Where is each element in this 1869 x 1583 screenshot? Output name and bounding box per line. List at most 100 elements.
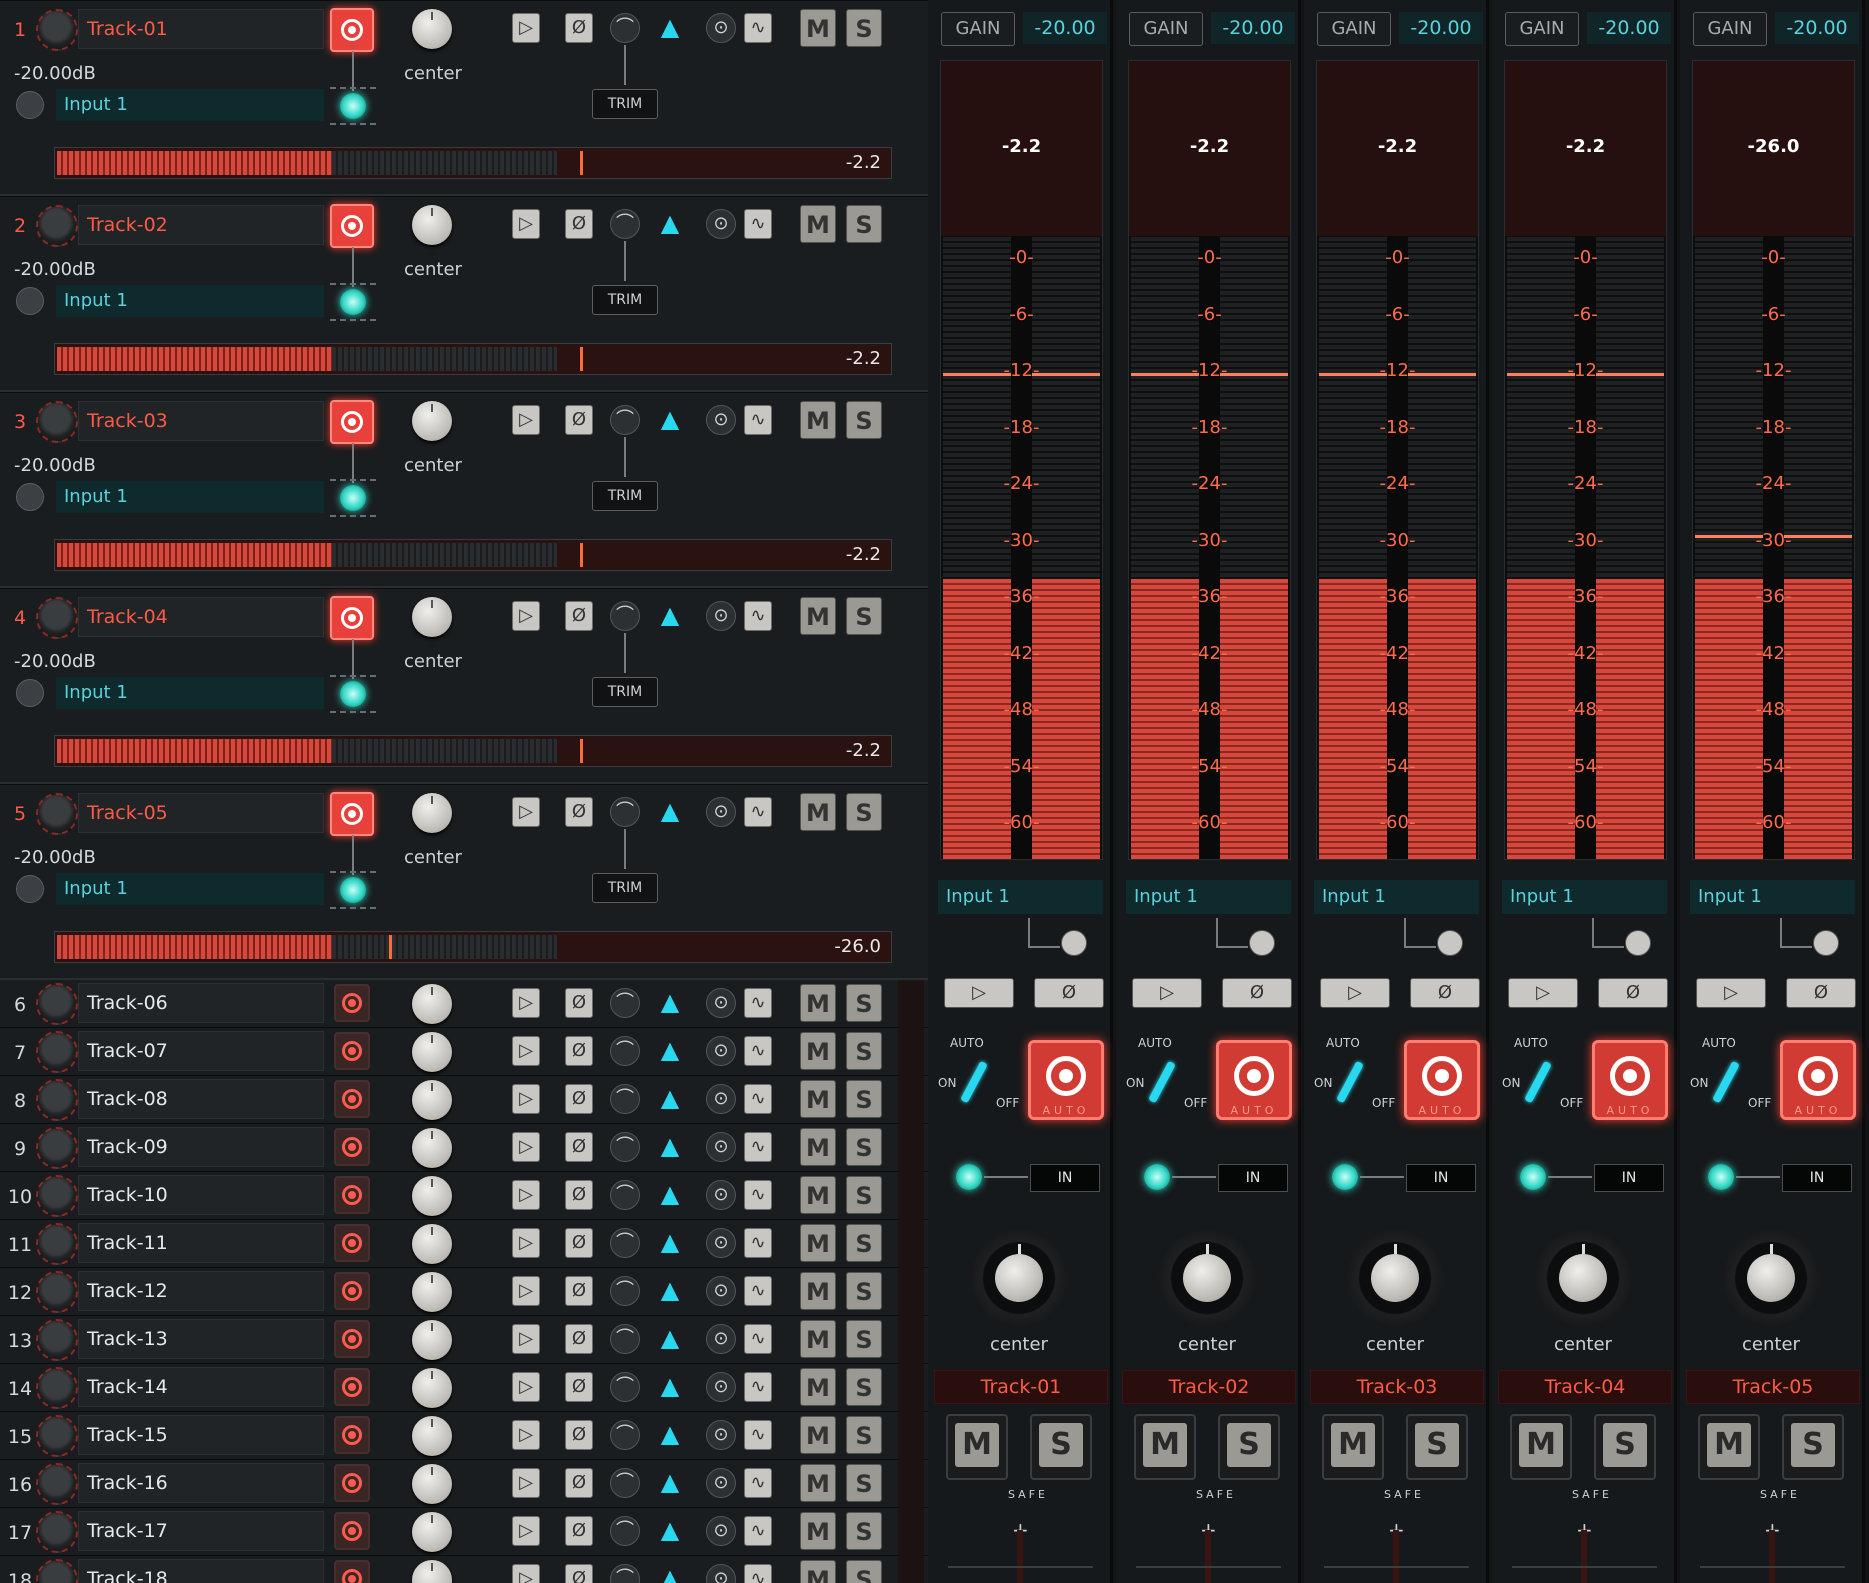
output-icon[interactable]: ▷ — [512, 1180, 540, 1210]
monitor-icon[interactable] — [16, 287, 44, 315]
eq-curve-icon[interactable]: ⌒ — [610, 1180, 640, 1210]
phase-invert-button[interactable]: Ø — [565, 1276, 593, 1306]
trim-knob-icon[interactable]: ▲ — [656, 988, 684, 1018]
record-arm-button[interactable] — [334, 1224, 370, 1262]
mute-button[interactable]: M — [800, 1080, 836, 1118]
strip-name[interactable]: Track-01 — [934, 1370, 1108, 1404]
track-gain-knob[interactable] — [36, 1463, 78, 1505]
pan-knob[interactable] — [412, 1128, 452, 1168]
input-selector[interactable]: Input 1 — [1314, 880, 1479, 914]
phase-invert-button[interactable]: Ø — [565, 405, 593, 435]
gain-value-field[interactable]: -20.00 — [1023, 12, 1107, 44]
record-arm-button[interactable] — [334, 1032, 370, 1070]
mic-icon[interactable]: ⊙ — [706, 1132, 736, 1162]
trim-knob-icon[interactable]: ▲ — [656, 209, 684, 239]
input-monitor-led[interactable] — [330, 87, 376, 125]
automation-toggle[interactable] — [960, 1060, 988, 1104]
input-monitor-button[interactable]: IN — [1782, 1164, 1852, 1192]
solo-button[interactable]: S — [846, 597, 882, 635]
track-gain-knob[interactable] — [36, 1511, 78, 1553]
input-monitor-led[interactable] — [330, 675, 376, 713]
automation-icon[interactable]: ∿ — [744, 1084, 772, 1114]
pan-knob[interactable] — [1723, 1230, 1819, 1326]
track-gain-knob[interactable] — [36, 9, 78, 51]
record-arm-button[interactable] — [334, 1416, 370, 1454]
record-arm-button[interactable] — [334, 1176, 370, 1214]
track-gain-knob[interactable] — [36, 1271, 78, 1313]
eq-curve-icon[interactable]: ⌒ — [610, 1036, 640, 1066]
fader[interactable] — [1393, 1530, 1399, 1583]
input-selector[interactable]: Input 1 — [1690, 880, 1855, 914]
record-arm-button[interactable] — [330, 400, 374, 444]
mute-button[interactable]: M — [1698, 1414, 1760, 1480]
mute-button[interactable]: M — [800, 401, 836, 439]
solo-button[interactable]: S — [846, 1032, 882, 1070]
trim-button[interactable]: TRIM — [592, 873, 658, 903]
phase-invert-button[interactable]: Ø — [565, 209, 593, 239]
mute-button[interactable]: M — [800, 984, 836, 1022]
track-name-field[interactable]: Track-02 — [78, 205, 324, 245]
track-gain-knob[interactable] — [36, 401, 78, 443]
eq-curve-icon[interactable]: ⌒ — [610, 601, 640, 631]
trim-knob-icon[interactable]: ▲ — [656, 1276, 684, 1306]
mute-button[interactable]: M — [800, 9, 836, 47]
phase-invert-button[interactable]: Ø — [565, 1228, 593, 1258]
strip-name[interactable]: Track-04 — [1498, 1370, 1672, 1404]
pan-knob[interactable] — [412, 205, 452, 245]
automation-icon[interactable]: ∿ — [744, 1516, 772, 1546]
pan-knob[interactable] — [971, 1230, 1067, 1326]
mute-button[interactable]: M — [1134, 1414, 1196, 1480]
track-gain-knob[interactable] — [36, 1079, 78, 1121]
phase-invert-button[interactable]: Ø — [565, 988, 593, 1018]
phase-invert-button[interactable]: Ø — [565, 1132, 593, 1162]
track-name-field[interactable]: Track-07 — [78, 1031, 324, 1071]
solo-button[interactable]: S — [1030, 1414, 1092, 1480]
solo-button[interactable]: S — [846, 1080, 882, 1118]
track-gain-knob[interactable] — [36, 1415, 78, 1457]
automation-icon[interactable]: ∿ — [744, 405, 772, 435]
gain-value-field[interactable]: -20.00 — [1399, 12, 1483, 44]
solo-button[interactable]: S — [846, 401, 882, 439]
input-monitor-led[interactable] — [1332, 1164, 1358, 1190]
solo-button[interactable]: S — [846, 1272, 882, 1310]
output-icon[interactable]: ▷ — [512, 1132, 540, 1162]
output-icon[interactable]: ▷ — [512, 13, 540, 43]
mic-icon[interactable]: ⊙ — [706, 1036, 736, 1066]
track-name-field[interactable]: Track-12 — [78, 1271, 324, 1311]
mic-icon[interactable]: ⊙ — [706, 405, 736, 435]
track-name-field[interactable]: Track-01 — [78, 9, 324, 49]
mic-icon[interactable]: ⊙ — [706, 1276, 736, 1306]
input-monitor-button[interactable]: IN — [1218, 1164, 1288, 1192]
record-arm-button[interactable] — [330, 792, 374, 836]
pan-knob[interactable] — [412, 9, 452, 49]
mute-button[interactable]: M — [800, 597, 836, 635]
mute-button[interactable]: M — [1322, 1414, 1384, 1480]
output-icon[interactable]: ▷ — [512, 209, 540, 239]
pan-knob[interactable] — [412, 793, 452, 833]
mute-button[interactable]: M — [800, 1416, 836, 1454]
input-selector[interactable]: Input 1 — [56, 285, 324, 317]
trim-knob-icon[interactable]: ▲ — [656, 405, 684, 435]
pan-knob[interactable] — [412, 597, 452, 637]
mic-icon[interactable]: ⊙ — [706, 1564, 736, 1583]
record-arm-button[interactable] — [334, 1080, 370, 1118]
monitor-icon[interactable] — [1813, 930, 1839, 956]
phase-invert-button[interactable]: Ø — [565, 797, 593, 827]
track-gain-knob[interactable] — [36, 205, 78, 247]
solo-button[interactable]: S — [846, 9, 882, 47]
output-icon[interactable]: ▷ — [512, 1372, 540, 1402]
solo-button[interactable]: S — [846, 1416, 882, 1454]
trim-knob-icon[interactable]: ▲ — [656, 1228, 684, 1258]
output-icon[interactable]: ▷ — [512, 1564, 540, 1583]
phase-invert-button[interactable]: Ø — [1034, 978, 1104, 1008]
mic-icon[interactable]: ⊙ — [706, 1516, 736, 1546]
track-name-field[interactable]: Track-11 — [78, 1223, 324, 1263]
record-arm-button[interactable] — [330, 8, 374, 52]
input-monitor-led[interactable] — [1144, 1164, 1170, 1190]
output-icon[interactable]: ▷ — [512, 1228, 540, 1258]
mute-button[interactable]: M — [800, 1560, 836, 1583]
monitor-icon[interactable] — [16, 483, 44, 511]
solo-button[interactable]: S — [846, 1128, 882, 1166]
solo-button[interactable]: S — [846, 1176, 882, 1214]
fader[interactable] — [1769, 1530, 1775, 1583]
